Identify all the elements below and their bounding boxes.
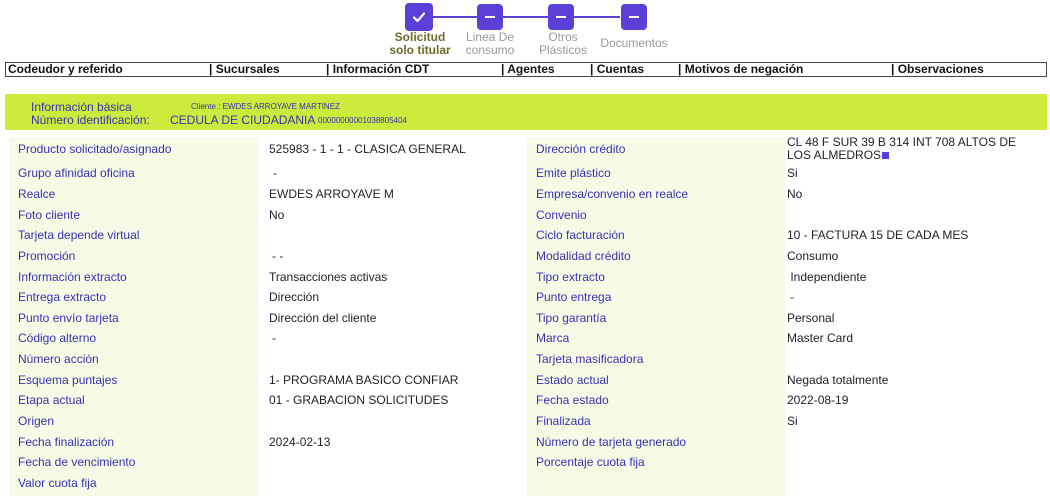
- value-finalizada: Si: [787, 414, 798, 428]
- tab-codeudor-referido[interactable]: Codeudor y referido: [8, 63, 123, 76]
- stepper-connector: [502, 16, 548, 18]
- label-fecha-finalizacion: Fecha finalización: [18, 435, 115, 449]
- label-tipo-extracto: Tipo extracto: [536, 270, 605, 284]
- label-producto: Producto solicitado/asignado: [18, 142, 172, 156]
- value-informacion-extracto: Transacciones activas: [269, 270, 388, 284]
- label-tarjeta-masificadora: Tarjeta masificadora: [536, 352, 644, 366]
- value-realce: EWDES ARROYAVE M: [269, 187, 394, 201]
- label-empresa-convenio-realce: Empresa/convenio en realce: [536, 187, 689, 201]
- value-fecha-estado: 2022-08-19: [787, 393, 849, 407]
- tab-observaciones[interactable]: | Observaciones: [891, 63, 984, 76]
- tab-cuentas[interactable]: | Cuentas: [590, 63, 644, 76]
- value-etapa-actual: 01 - GRABACION SOLICITUDES: [269, 393, 449, 407]
- value-modalidad-credito: Consumo: [787, 249, 839, 263]
- label-finalizada: Finalizada: [536, 414, 591, 428]
- label-punto-entrega: Punto entrega: [536, 290, 612, 304]
- label-grupo-afinidad: Grupo afinidad oficina: [18, 166, 135, 180]
- step-3-label[interactable]: Otros Plásticos: [523, 31, 603, 57]
- client-info-banner: Información básica Cliente : EWDES ARROY…: [5, 94, 1047, 130]
- value-tipo-garantia: Personal: [787, 311, 835, 325]
- step-2-label-line2: consumo: [465, 43, 515, 57]
- value-esquema-puntajes: 1- PROGRAMA BASICO CONFIAR: [269, 373, 459, 387]
- value-emite-plastico: Si: [787, 166, 798, 180]
- label-codigo-alterno: Código alterno: [18, 331, 97, 345]
- step-2-minus-icon[interactable]: [477, 4, 503, 30]
- label-porcentaje-cuota-fija: Porcentaje cuota fija: [536, 455, 645, 469]
- label-direccion-credito: Dirección crédito: [536, 142, 626, 156]
- step-1-label-line2: solo titular: [389, 43, 451, 57]
- value-empresa-convenio-realce: No: [787, 187, 803, 201]
- value-fecha-finalizacion: 2024-02-13: [269, 435, 331, 449]
- detail-tabs: Codeudor y referido | Sucursales | Infor…: [5, 62, 1047, 77]
- step-4-minus-icon[interactable]: [621, 4, 647, 30]
- stepper-connector: [432, 16, 478, 18]
- value-estado-actual: Negada totalmente: [787, 373, 889, 387]
- tab-motivos-negacion[interactable]: | Motivos de negación: [678, 63, 803, 76]
- label-entrega-extracto: Entrega extracto: [18, 290, 107, 304]
- tab-sucursales[interactable]: | Sucursales: [209, 63, 280, 76]
- label-convenio: Convenio: [536, 208, 587, 222]
- value-direccion-credito: CL 48 F SUR 39 B 314 INT 708 ALTOS DE LO…: [787, 136, 1042, 162]
- label-esquema-puntajes: Esquema puntajes: [18, 373, 118, 387]
- tab-agentes[interactable]: | Agentes: [501, 63, 555, 76]
- step-2-label[interactable]: Linea De consumo: [450, 31, 530, 57]
- step-1-label[interactable]: Solicitud solo titular: [380, 31, 460, 57]
- value-codigo-alterno: -: [272, 331, 276, 345]
- label-foto-cliente: Foto cliente: [18, 208, 81, 222]
- label-numero-tarjeta-generado: Número de tarjeta generado: [536, 435, 687, 449]
- value-tipo-extracto: Independiente: [787, 270, 867, 284]
- label-fecha-vencimiento: Fecha de vencimiento: [18, 455, 136, 469]
- label-marca: Marca: [536, 331, 570, 345]
- label-emite-plastico: Emite plástico: [536, 166, 611, 180]
- tab-informacion-cdt[interactable]: | Información CDT: [326, 63, 429, 76]
- label-tarjeta-depende-virtual: Tarjeta depende virtual: [18, 228, 140, 242]
- label-promocion: Promoción: [18, 249, 76, 263]
- label-realce: Realce: [18, 187, 56, 201]
- label-origen: Origen: [18, 414, 55, 428]
- value-promocion: - -: [272, 249, 284, 263]
- client-name: Cliente : EWDES ARROYAVE MARTINEZ: [191, 102, 340, 111]
- step-1-check-icon[interactable]: [405, 3, 433, 31]
- request-details: Producto solicitado/asignado 525983 - 1 …: [9, 136, 1049, 496]
- expand-icon[interactable]: [882, 152, 890, 160]
- label-modalidad-credito: Modalidad crédito: [536, 249, 631, 263]
- progress-stepper: Solicitud solo titular Linea De consumo …: [0, 0, 1050, 62]
- id-number: 00000000001038805404: [318, 116, 407, 125]
- value-foto-cliente: No: [269, 208, 285, 222]
- label-numero-accion: Número acción: [18, 352, 99, 366]
- value-producto: 525983 - 1 - 1 - CLASICA GENERAL: [269, 142, 466, 156]
- value-punto-envio-tarjeta: Dirección del cliente: [269, 311, 377, 325]
- stepper-connector: [574, 16, 620, 18]
- label-punto-envio-tarjeta: Punto envío tarjeta: [18, 311, 119, 325]
- step-4-label-line1: Documentos: [600, 36, 668, 50]
- basic-info-label: Información básica: [31, 100, 132, 114]
- id-type: CEDULA DE CIUDADANIA: [170, 113, 316, 127]
- label-fecha-estado: Fecha estado: [536, 393, 609, 407]
- label-ciclo-facturacion: Ciclo facturación: [536, 228, 625, 242]
- step-3-minus-icon[interactable]: [548, 4, 574, 30]
- label-informacion-extracto: Información extracto: [18, 270, 127, 284]
- label-estado-actual: Estado actual: [536, 373, 609, 387]
- value-marca: Master Card: [787, 331, 854, 345]
- value-ciclo-facturacion: 10 - FACTURA 15 DE CADA MES: [787, 228, 969, 242]
- direccion-credito-text: CL 48 F SUR 39 B 314 INT 708 ALTOS DE LO…: [787, 135, 1017, 162]
- step-3-label-line2: Plásticos: [538, 43, 588, 57]
- label-tipo-garantia: Tipo garantía: [536, 311, 607, 325]
- id-label: Número identificación:: [31, 113, 150, 127]
- label-etapa-actual: Etapa actual: [18, 393, 85, 407]
- step-4-label[interactable]: Documentos: [593, 37, 675, 50]
- label-valor-cuota-fija: Valor cuota fija: [18, 476, 97, 490]
- value-grupo-afinidad: -: [273, 166, 277, 180]
- value-entrega-extracto: Dirección: [269, 290, 320, 304]
- value-punto-entrega: -: [790, 290, 794, 304]
